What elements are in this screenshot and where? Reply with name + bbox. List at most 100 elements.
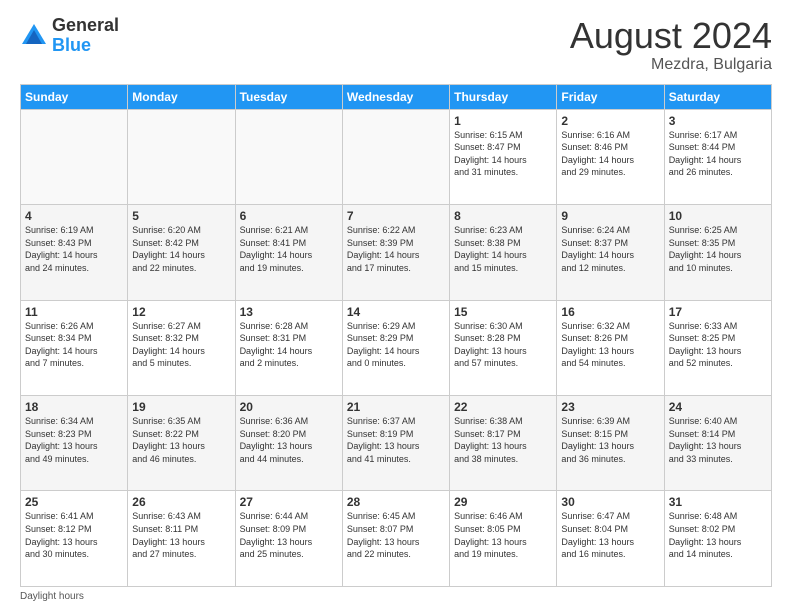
day-number: 20: [240, 400, 338, 414]
day-info: Sunrise: 6:19 AM Sunset: 8:43 PM Dayligh…: [25, 224, 123, 274]
calendar-header-row: SundayMondayTuesdayWednesdayThursdayFrid…: [21, 84, 772, 109]
day-number: 7: [347, 209, 445, 223]
calendar-day-cell: 20Sunrise: 6:36 AM Sunset: 8:20 PM Dayli…: [235, 396, 342, 491]
day-info: Sunrise: 6:32 AM Sunset: 8:26 PM Dayligh…: [561, 320, 659, 370]
calendar-day-cell: 1Sunrise: 6:15 AM Sunset: 8:47 PM Daylig…: [450, 109, 557, 204]
logo-blue: Blue: [52, 35, 91, 55]
calendar-day-header: Thursday: [450, 84, 557, 109]
calendar-day-cell: 12Sunrise: 6:27 AM Sunset: 8:32 PM Dayli…: [128, 300, 235, 395]
day-number: 22: [454, 400, 552, 414]
day-info: Sunrise: 6:40 AM Sunset: 8:14 PM Dayligh…: [669, 415, 767, 465]
day-number: 16: [561, 305, 659, 319]
day-info: Sunrise: 6:27 AM Sunset: 8:32 PM Dayligh…: [132, 320, 230, 370]
day-number: 21: [347, 400, 445, 414]
calendar-day-cell: [342, 109, 449, 204]
day-info: Sunrise: 6:47 AM Sunset: 8:04 PM Dayligh…: [561, 510, 659, 560]
calendar-day-cell: 28Sunrise: 6:45 AM Sunset: 8:07 PM Dayli…: [342, 491, 449, 587]
calendar-day-cell: 27Sunrise: 6:44 AM Sunset: 8:09 PM Dayli…: [235, 491, 342, 587]
calendar-day-cell: [128, 109, 235, 204]
logo-general: General: [52, 15, 119, 35]
calendar-week-row: 25Sunrise: 6:41 AM Sunset: 8:12 PM Dayli…: [21, 491, 772, 587]
day-number: 5: [132, 209, 230, 223]
day-info: Sunrise: 6:35 AM Sunset: 8:22 PM Dayligh…: [132, 415, 230, 465]
calendar-week-row: 1Sunrise: 6:15 AM Sunset: 8:47 PM Daylig…: [21, 109, 772, 204]
calendar-day-cell: 3Sunrise: 6:17 AM Sunset: 8:44 PM Daylig…: [664, 109, 771, 204]
calendar-day-cell: 17Sunrise: 6:33 AM Sunset: 8:25 PM Dayli…: [664, 300, 771, 395]
calendar-day-header: Tuesday: [235, 84, 342, 109]
calendar-day-cell: 30Sunrise: 6:47 AM Sunset: 8:04 PM Dayli…: [557, 491, 664, 587]
day-number: 30: [561, 495, 659, 509]
calendar-day-header: Wednesday: [342, 84, 449, 109]
calendar-day-cell: 18Sunrise: 6:34 AM Sunset: 8:23 PM Dayli…: [21, 396, 128, 491]
calendar-day-cell: 10Sunrise: 6:25 AM Sunset: 8:35 PM Dayli…: [664, 205, 771, 300]
day-info: Sunrise: 6:24 AM Sunset: 8:37 PM Dayligh…: [561, 224, 659, 274]
day-number: 3: [669, 114, 767, 128]
day-info: Sunrise: 6:33 AM Sunset: 8:25 PM Dayligh…: [669, 320, 767, 370]
footer: Daylight hours: [20, 591, 772, 602]
day-number: 26: [132, 495, 230, 509]
calendar-week-row: 4Sunrise: 6:19 AM Sunset: 8:43 PM Daylig…: [21, 205, 772, 300]
calendar-day-cell: 24Sunrise: 6:40 AM Sunset: 8:14 PM Dayli…: [664, 396, 771, 491]
day-info: Sunrise: 6:16 AM Sunset: 8:46 PM Dayligh…: [561, 129, 659, 179]
day-number: 13: [240, 305, 338, 319]
day-number: 15: [454, 305, 552, 319]
calendar-day-cell: 21Sunrise: 6:37 AM Sunset: 8:19 PM Dayli…: [342, 396, 449, 491]
day-number: 29: [454, 495, 552, 509]
day-info: Sunrise: 6:44 AM Sunset: 8:09 PM Dayligh…: [240, 510, 338, 560]
calendar-day-cell: 31Sunrise: 6:48 AM Sunset: 8:02 PM Dayli…: [664, 491, 771, 587]
calendar-day-cell: 8Sunrise: 6:23 AM Sunset: 8:38 PM Daylig…: [450, 205, 557, 300]
day-number: 28: [347, 495, 445, 509]
logo: General Blue: [20, 16, 119, 56]
title-block: August 2024 Mezdra, Bulgaria: [570, 16, 772, 74]
calendar-day-cell: 9Sunrise: 6:24 AM Sunset: 8:37 PM Daylig…: [557, 205, 664, 300]
calendar-day-cell: 14Sunrise: 6:29 AM Sunset: 8:29 PM Dayli…: [342, 300, 449, 395]
location: Mezdra, Bulgaria: [570, 56, 772, 74]
calendar-week-row: 11Sunrise: 6:26 AM Sunset: 8:34 PM Dayli…: [21, 300, 772, 395]
day-info: Sunrise: 6:45 AM Sunset: 8:07 PM Dayligh…: [347, 510, 445, 560]
day-info: Sunrise: 6:41 AM Sunset: 8:12 PM Dayligh…: [25, 510, 123, 560]
calendar-day-header: Sunday: [21, 84, 128, 109]
calendar-day-cell: 19Sunrise: 6:35 AM Sunset: 8:22 PM Dayli…: [128, 396, 235, 491]
calendar-day-cell: [21, 109, 128, 204]
calendar-day-cell: 13Sunrise: 6:28 AM Sunset: 8:31 PM Dayli…: [235, 300, 342, 395]
daylight-label: Daylight hours: [20, 591, 84, 602]
calendar-day-cell: 26Sunrise: 6:43 AM Sunset: 8:11 PM Dayli…: [128, 491, 235, 587]
day-number: 6: [240, 209, 338, 223]
calendar-day-cell: 25Sunrise: 6:41 AM Sunset: 8:12 PM Dayli…: [21, 491, 128, 587]
day-number: 17: [669, 305, 767, 319]
day-number: 14: [347, 305, 445, 319]
day-number: 9: [561, 209, 659, 223]
day-info: Sunrise: 6:43 AM Sunset: 8:11 PM Dayligh…: [132, 510, 230, 560]
day-number: 4: [25, 209, 123, 223]
day-number: 1: [454, 114, 552, 128]
day-number: 27: [240, 495, 338, 509]
day-info: Sunrise: 6:25 AM Sunset: 8:35 PM Dayligh…: [669, 224, 767, 274]
month-year: August 2024: [570, 16, 772, 56]
calendar-day-cell: 6Sunrise: 6:21 AM Sunset: 8:41 PM Daylig…: [235, 205, 342, 300]
day-info: Sunrise: 6:39 AM Sunset: 8:15 PM Dayligh…: [561, 415, 659, 465]
day-info: Sunrise: 6:30 AM Sunset: 8:28 PM Dayligh…: [454, 320, 552, 370]
day-number: 23: [561, 400, 659, 414]
calendar-day-cell: 22Sunrise: 6:38 AM Sunset: 8:17 PM Dayli…: [450, 396, 557, 491]
calendar-day-cell: 4Sunrise: 6:19 AM Sunset: 8:43 PM Daylig…: [21, 205, 128, 300]
calendar-day-cell: 29Sunrise: 6:46 AM Sunset: 8:05 PM Dayli…: [450, 491, 557, 587]
page: General Blue August 2024 Mezdra, Bulgari…: [0, 0, 792, 612]
day-number: 19: [132, 400, 230, 414]
day-number: 2: [561, 114, 659, 128]
calendar-day-cell: 16Sunrise: 6:32 AM Sunset: 8:26 PM Dayli…: [557, 300, 664, 395]
day-number: 18: [25, 400, 123, 414]
day-info: Sunrise: 6:23 AM Sunset: 8:38 PM Dayligh…: [454, 224, 552, 274]
day-info: Sunrise: 6:29 AM Sunset: 8:29 PM Dayligh…: [347, 320, 445, 370]
day-number: 12: [132, 305, 230, 319]
header: General Blue August 2024 Mezdra, Bulgari…: [20, 16, 772, 74]
day-info: Sunrise: 6:22 AM Sunset: 8:39 PM Dayligh…: [347, 224, 445, 274]
calendar-day-cell: 15Sunrise: 6:30 AM Sunset: 8:28 PM Dayli…: [450, 300, 557, 395]
day-info: Sunrise: 6:38 AM Sunset: 8:17 PM Dayligh…: [454, 415, 552, 465]
calendar-day-header: Monday: [128, 84, 235, 109]
day-number: 10: [669, 209, 767, 223]
day-number: 24: [669, 400, 767, 414]
logo-text: General Blue: [52, 16, 119, 56]
calendar-day-header: Saturday: [664, 84, 771, 109]
day-info: Sunrise: 6:15 AM Sunset: 8:47 PM Dayligh…: [454, 129, 552, 179]
calendar-day-cell: 7Sunrise: 6:22 AM Sunset: 8:39 PM Daylig…: [342, 205, 449, 300]
